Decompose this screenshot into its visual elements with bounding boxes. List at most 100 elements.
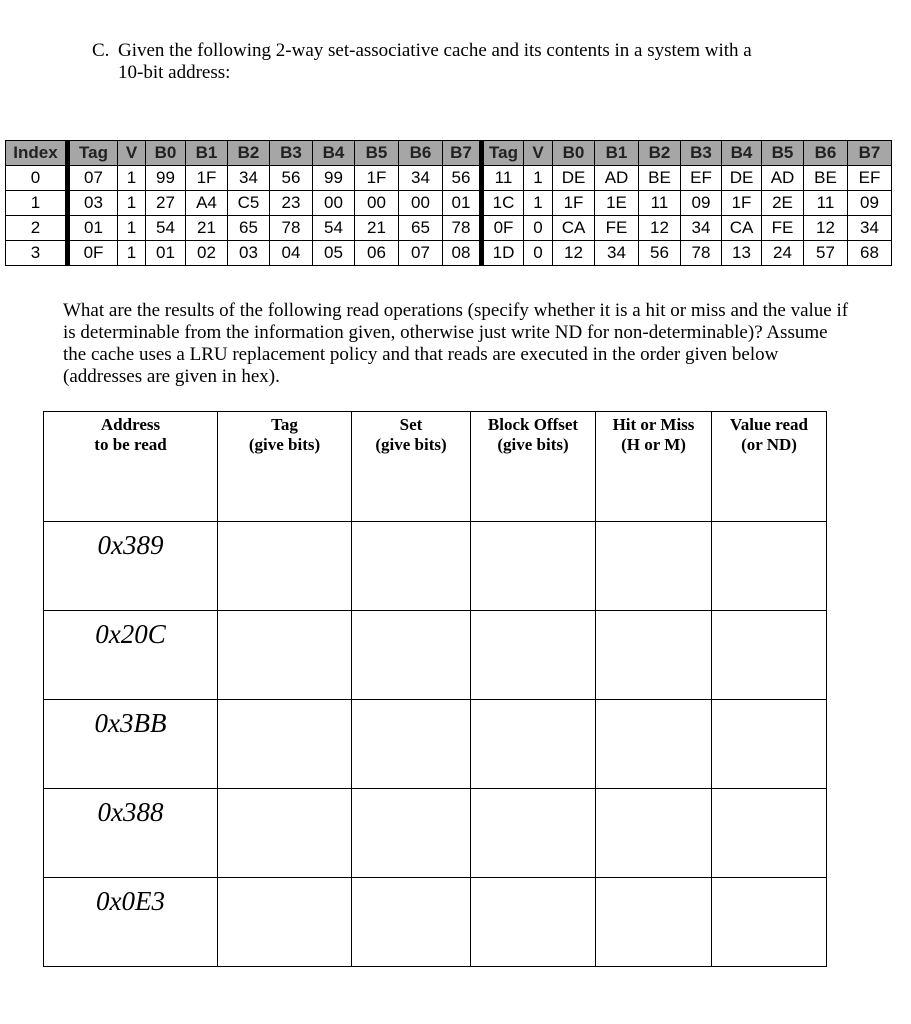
header-line2: (or ND) <box>741 435 797 454</box>
answer-header-row: Address to be read Tag (give bits) Set (give … <box>43 411 827 522</box>
cache-byte-cell: 12 <box>552 240 595 266</box>
address-cell: 0x20C <box>43 610 218 700</box>
header-line2: (give bits) <box>497 435 569 454</box>
header-line1: Hit or Miss <box>612 415 695 434</box>
cache-column-header: B2 <box>638 140 681 166</box>
cache-valid-cell: 0 <box>523 240 553 266</box>
answer-column-header: Hit or Miss (H or M) <box>595 411 712 522</box>
cache-valid-cell: 1 <box>117 215 146 241</box>
set-answer-cell[interactable] <box>351 699 471 789</box>
cache-tag-cell: 03 <box>65 190 118 216</box>
tag-answer-cell[interactable] <box>217 788 352 878</box>
cache-byte-cell: EF <box>680 165 722 191</box>
value-answer-cell[interactable] <box>711 521 827 611</box>
cache-byte-cell: 54 <box>145 215 186 241</box>
cache-column-header: B2 <box>227 140 270 166</box>
header-line1: Value read <box>730 415 808 434</box>
cache-byte-cell: 11 <box>803 190 848 216</box>
cache-column-header: B7 <box>847 140 892 166</box>
set-answer-cell[interactable] <box>351 610 471 700</box>
address-cell: 0x388 <box>43 788 218 878</box>
value-answer-cell[interactable] <box>711 788 827 878</box>
address-cell: 0x389 <box>43 521 218 611</box>
header-line1: Address <box>100 415 161 434</box>
header-line1: Tag <box>271 415 298 434</box>
cache-tag-cell: 1C <box>479 190 524 216</box>
cache-byte-cell: 11 <box>638 190 681 216</box>
offset-answer-cell[interactable] <box>470 610 596 700</box>
cache-byte-cell: 00 <box>354 190 399 216</box>
cache-column-header: Index <box>5 140 68 166</box>
value-answer-cell[interactable] <box>711 699 827 789</box>
offset-answer-cell[interactable] <box>470 788 596 878</box>
answer-table: Address to be read Tag (give bits) Set (give … <box>43 411 827 967</box>
hit-miss-answer-cell[interactable] <box>595 877 712 967</box>
cache-byte-cell: 78 <box>269 215 313 241</box>
problem-label: C. <box>92 40 110 61</box>
cache-byte-cell: 57 <box>803 240 848 266</box>
tag-answer-cell[interactable] <box>217 610 352 700</box>
cache-tag-cell: 01 <box>65 215 118 241</box>
cache-byte-cell: BE <box>638 165 681 191</box>
answer-column-header: Value read (or ND) <box>711 411 827 522</box>
cache-column-header: B3 <box>680 140 722 166</box>
cache-column-header: B4 <box>721 140 762 166</box>
answer-row: 0x0E3 <box>43 877 827 967</box>
cache-valid-cell: 1 <box>117 165 146 191</box>
cache-index-cell: 0 <box>5 165 68 191</box>
cache-row: 2 01 1 54 21 65 78 54 21 65 78 0F 0 CA FE 12 34 CA FE 12 34 <box>5 215 892 241</box>
cache-tag-cell: 11 <box>479 165 524 191</box>
tag-answer-cell[interactable] <box>217 699 352 789</box>
set-answer-cell[interactable] <box>351 521 471 611</box>
cache-byte-cell: 23 <box>269 190 313 216</box>
offset-answer-cell[interactable] <box>470 699 596 789</box>
cache-column-header: V <box>117 140 146 166</box>
cache-byte-cell: 12 <box>638 215 681 241</box>
value-answer-cell[interactable] <box>711 877 827 967</box>
address-cell: 0x0E3 <box>43 877 218 967</box>
set-answer-cell[interactable] <box>351 877 471 967</box>
cache-byte-cell: 24 <box>761 240 804 266</box>
offset-answer-cell[interactable] <box>470 877 596 967</box>
answer-column-header: Tag (give bits) <box>217 411 352 522</box>
cache-index-cell: 1 <box>5 190 68 216</box>
hit-miss-answer-cell[interactable] <box>595 699 712 789</box>
cache-byte-cell: 02 <box>185 240 228 266</box>
address-cell: 0x3BB <box>43 699 218 789</box>
cache-index-cell: 2 <box>5 215 68 241</box>
cache-byte-cell: 54 <box>312 215 355 241</box>
cache-byte-cell: 21 <box>185 215 228 241</box>
answer-row: 0x3BB <box>43 699 827 789</box>
tag-answer-cell[interactable] <box>217 877 352 967</box>
cache-byte-cell: 78 <box>442 215 482 241</box>
cache-byte-cell: 1F <box>185 165 228 191</box>
cache-byte-cell: 78 <box>680 240 722 266</box>
cache-column-header: B1 <box>594 140 639 166</box>
set-answer-cell[interactable] <box>351 788 471 878</box>
cache-byte-cell: 99 <box>312 165 355 191</box>
hit-miss-answer-cell[interactable] <box>595 521 712 611</box>
hit-miss-answer-cell[interactable] <box>595 788 712 878</box>
cache-byte-cell: 34 <box>847 215 892 241</box>
cache-byte-cell: 27 <box>145 190 186 216</box>
cache-byte-cell: 68 <box>847 240 892 266</box>
header-line2: (give bits) <box>248 435 321 454</box>
cache-column-header: B6 <box>803 140 848 166</box>
cache-byte-cell: 56 <box>638 240 681 266</box>
cache-byte-cell: 04 <box>269 240 313 266</box>
cache-byte-cell: 07 <box>398 240 443 266</box>
cache-valid-cell: 1 <box>117 240 146 266</box>
cache-row: 0 07 1 99 1F 34 56 99 1F 34 56 11 1 DE AD BE EF DE AD BE EF <box>5 165 892 191</box>
tag-answer-cell[interactable] <box>217 521 352 611</box>
cache-byte-cell: BE <box>803 165 848 191</box>
cache-byte-cell: AD <box>594 165 639 191</box>
header-line2: to be read <box>94 435 167 454</box>
answer-column-header: Block Offset (give bits) <box>470 411 596 522</box>
problem-intro: C. Given the following 2-way set-associat… <box>92 40 852 84</box>
offset-answer-cell[interactable] <box>470 521 596 611</box>
hit-miss-answer-cell[interactable] <box>595 610 712 700</box>
intro-line-1: Given the following 2-way set-associativ… <box>118 40 752 61</box>
cache-column-header: B0 <box>145 140 186 166</box>
value-answer-cell[interactable] <box>711 610 827 700</box>
cache-column-header: B4 <box>312 140 355 166</box>
